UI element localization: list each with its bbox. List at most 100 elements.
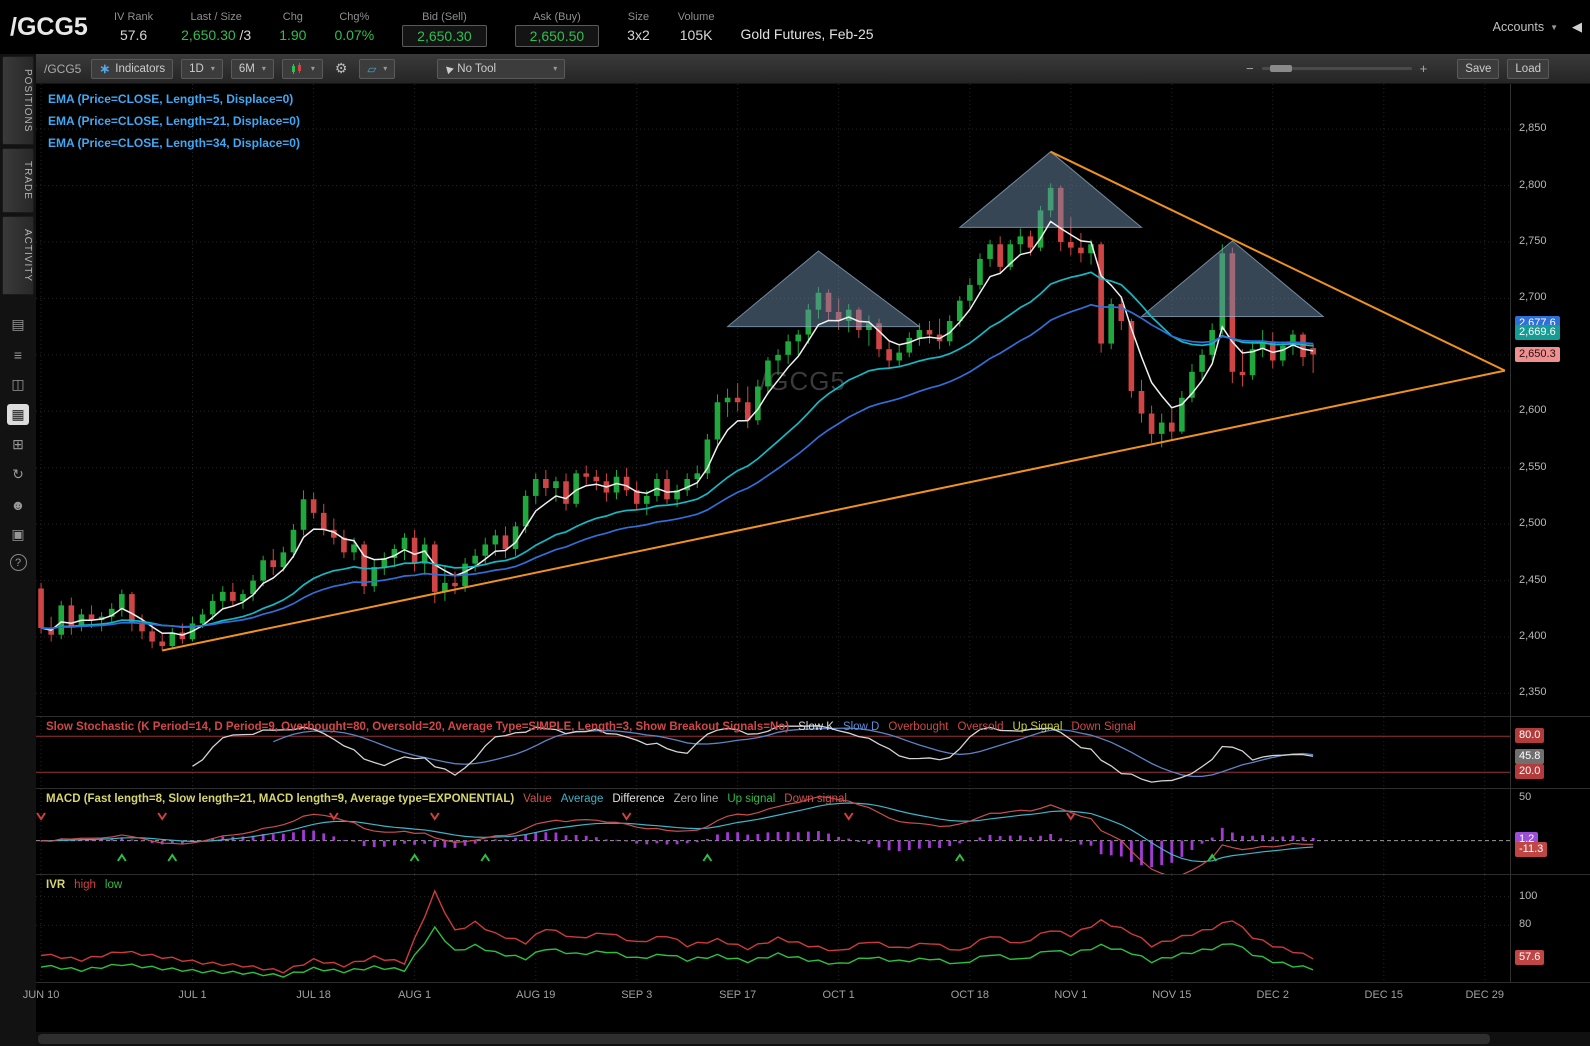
- save-button[interactable]: Save: [1457, 59, 1499, 79]
- cursor-icon: [443, 63, 454, 74]
- chevron-down-icon: ▾: [311, 64, 315, 73]
- sidebar-tab-activity[interactable]: ACTIVITY: [2, 216, 34, 295]
- calendar-icon[interactable]: ▣: [7, 524, 29, 545]
- time-axis-label: JUN 10: [23, 989, 60, 1001]
- price-axis-label: 2,400: [1519, 630, 1547, 642]
- drawing-tool-dropdown[interactable]: No Tool ▾: [437, 59, 565, 79]
- price-axis-label: 2,500: [1519, 517, 1547, 529]
- apps-icon[interactable]: ⊞: [7, 434, 29, 455]
- last-size-value: 2,650.30 /3: [181, 23, 251, 43]
- legend-item[interactable]: Down signal: [784, 793, 847, 805]
- watchlist-icon[interactable]: ≡: [7, 344, 29, 365]
- stochastic-legend[interactable]: Slow Stochastic (K Period=14, D Period=9…: [46, 721, 1145, 733]
- time-axis-label: JUL 1: [178, 989, 206, 1001]
- volume-label: Volume: [678, 8, 715, 23]
- macd-panel[interactable]: MACD (Fast length=8, Slow length=21, MAC…: [36, 788, 1590, 874]
- legend-item[interactable]: Difference: [612, 793, 664, 805]
- price-axis-label: 2,450: [1519, 574, 1547, 586]
- last-size: /3: [236, 27, 252, 43]
- price-badge: 2,650.3: [1515, 347, 1560, 362]
- chart-type-dropdown[interactable]: ▾: [282, 59, 323, 79]
- macd-legend[interactable]: MACD (Fast length=8, Slow length=21, MAC…: [46, 793, 856, 805]
- legend-item[interactable]: Overbought: [888, 721, 948, 733]
- ask-button[interactable]: 2,650.50: [515, 25, 600, 47]
- legend-item[interactable]: Average: [561, 793, 604, 805]
- size-label: Size: [627, 8, 650, 23]
- legend-item[interactable]: Down Signal: [1071, 721, 1136, 733]
- size-value: 3x2: [627, 23, 650, 43]
- stoch-badge: 80.0: [1515, 728, 1544, 743]
- collapse-chevron-icon[interactable]: ◀: [1572, 19, 1582, 35]
- gear-icon: ⚙: [335, 60, 348, 76]
- ivr-canvas[interactable]: [36, 875, 1510, 983]
- sidebar-icons: ▤ ≡ ◫ ▦ ⊞ ↻ ☻ ▣?: [7, 314, 29, 571]
- chart-scrollbar[interactable]: [36, 1032, 1590, 1046]
- help-icon[interactable]: ?: [10, 554, 27, 571]
- study-title[interactable]: IVR: [46, 879, 65, 891]
- legend-item[interactable]: Oversold: [957, 721, 1003, 733]
- price-chart-canvas[interactable]: /GCG5: [36, 84, 1510, 716]
- legend-item[interactable]: Up Signal: [1013, 721, 1063, 733]
- iv-rank-label: IV Rank: [114, 8, 153, 23]
- zoom-slider[interactable]: [1262, 67, 1412, 70]
- last-size-label: Last / Size: [181, 8, 251, 23]
- ivr-axis-label: 100: [1519, 890, 1537, 902]
- quote-header: /GCG5 IV Rank 57.6 Last / Size 2,650.30 …: [0, 0, 1590, 54]
- legend-item[interactable]: Value: [523, 793, 552, 805]
- load-button[interactable]: Load: [1507, 59, 1549, 79]
- ema-legend[interactable]: EMA (Price=CLOSE, Length=5, Displace=0) …: [48, 88, 300, 154]
- zoom-slider-thumb[interactable]: [1270, 65, 1292, 72]
- chart-toolbar: /GCG5 ∗ Indicators 1D ▾ 6M ▾: [36, 54, 1590, 84]
- settings-gear-button[interactable]: ⚙: [331, 60, 352, 77]
- sidebar-tab-trade[interactable]: TRADE: [2, 148, 34, 213]
- time-axis-label: DEC 2: [1257, 989, 1289, 1001]
- study-title[interactable]: Slow Stochastic (K Period=14, D Period=9…: [46, 721, 789, 733]
- legend-item[interactable]: Up signal: [727, 793, 775, 805]
- ivr-panel[interactable]: IVRhighlow 1008057.6: [36, 874, 1590, 982]
- drawing-tool-value: No Tool: [457, 63, 496, 75]
- bid-button[interactable]: 2,650.30: [402, 25, 487, 47]
- contract-description: Gold Futures, Feb-25: [740, 12, 873, 42]
- scanner-icon[interactable]: ◫: [7, 374, 29, 395]
- refresh-icon[interactable]: ↻: [7, 464, 29, 485]
- chg-pct-label: Chg%: [334, 8, 374, 23]
- ema-legend-5[interactable]: EMA (Price=CLOSE, Length=5, Displace=0): [48, 88, 300, 110]
- price-chart-panel[interactable]: /GCG5 EMA (Price=CLOSE, Length=5, Displa…: [36, 84, 1590, 716]
- clients-icon[interactable]: ☻: [7, 494, 29, 515]
- ivr-legend[interactable]: IVR highlow: [46, 879, 131, 891]
- scrollbar-thumb[interactable]: [38, 1034, 1490, 1044]
- accounts-menu[interactable]: Accounts ▼: [1493, 20, 1558, 34]
- range-dropdown[interactable]: 6M ▾: [231, 59, 274, 79]
- sidebar-tab-positions[interactable]: POSITIONS: [2, 56, 34, 145]
- zoom-in-button[interactable]: +: [1420, 61, 1428, 76]
- chevron-down-icon: ▾: [553, 64, 557, 73]
- charts-icon[interactable]: ▦: [7, 404, 29, 425]
- zoom-control: − +: [1246, 61, 1427, 76]
- ivr-axis-label: 80: [1519, 918, 1531, 930]
- patterns-dropdown[interactable]: ▱ ▾: [359, 59, 395, 79]
- time-axis-label: NOV 15: [1152, 989, 1191, 1001]
- timeframe-dropdown[interactable]: 1D ▾: [181, 59, 223, 79]
- legend-item[interactable]: low: [105, 879, 122, 891]
- chg-field: Chg 1.90: [279, 8, 306, 43]
- candle-chart-icon: [290, 63, 304, 75]
- zoom-out-button[interactable]: −: [1246, 61, 1254, 76]
- study-title[interactable]: MACD (Fast length=8, Slow length=21, MAC…: [46, 793, 514, 805]
- chg-pct-field: Chg% 0.07%: [334, 8, 374, 43]
- patterns-icon: ▱: [367, 62, 376, 76]
- chevron-down-icon: ▾: [211, 64, 215, 73]
- indicators-button[interactable]: ∗ Indicators: [91, 59, 173, 79]
- legend-item[interactable]: Slow D: [843, 721, 879, 733]
- legend-item[interactable]: Slow K: [798, 721, 834, 733]
- time-axis-label: OCT 18: [951, 989, 989, 1001]
- ema-legend-34[interactable]: EMA (Price=CLOSE, Length=34, Displace=0): [48, 132, 300, 154]
- load-label: Load: [1515, 63, 1541, 75]
- stochastic-panel[interactable]: Slow Stochastic (K Period=14, D Period=9…: [36, 716, 1590, 788]
- price-axis-label: 2,350: [1519, 686, 1547, 698]
- monitor-icon[interactable]: ▤: [7, 314, 29, 335]
- time-axis-label: JUL 18: [296, 989, 330, 1001]
- legend-item[interactable]: Zero line: [674, 793, 719, 805]
- legend-item[interactable]: high: [74, 879, 96, 891]
- ema-legend-21[interactable]: EMA (Price=CLOSE, Length=21, Displace=0): [48, 110, 300, 132]
- macd-badge: -11.3: [1515, 842, 1547, 857]
